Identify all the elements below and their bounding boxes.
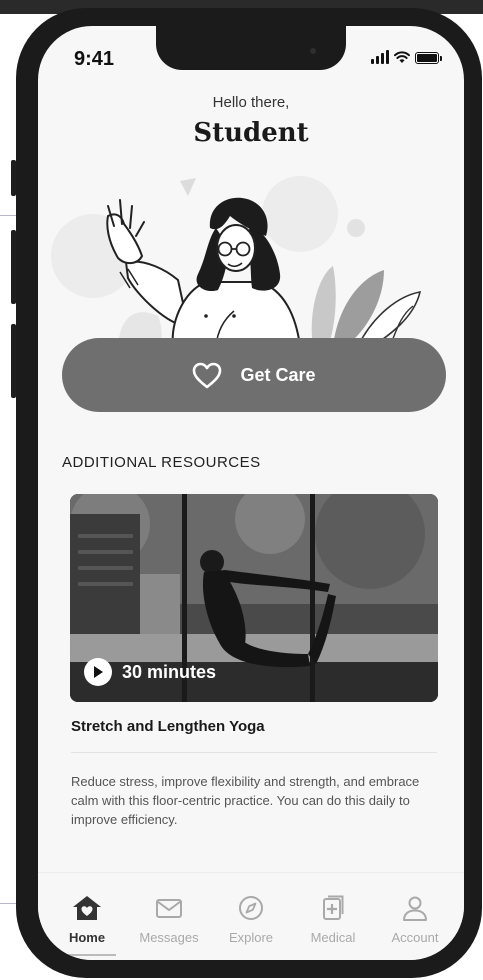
envelope-icon <box>156 899 182 918</box>
compass-icon <box>239 896 263 920</box>
heart-outline-icon <box>193 362 222 388</box>
resource-video-card[interactable]: 30 minutes <box>70 494 438 702</box>
tab-home[interactable]: Home <box>50 895 124 945</box>
duration-label: 30 minutes <box>122 661 217 682</box>
phone-frame: 9:41 Hello there, Student Get Care ADDIT… <box>11 8 482 978</box>
user-name: Student <box>193 118 309 148</box>
wifi-icon <box>394 51 410 63</box>
battery-icon <box>415 52 439 64</box>
resource-title[interactable]: Stretch and Lengthen Yoga <box>71 718 265 735</box>
status-icons <box>371 50 442 64</box>
greeting-text: Hello there, <box>212 94 290 111</box>
tab-explore-label: Explore <box>228 930 274 945</box>
home-heart-icon <box>73 896 101 920</box>
get-care-label: Get Care <box>240 364 316 385</box>
divider <box>71 752 437 753</box>
mute-switch <box>11 160 16 196</box>
tab-explore[interactable]: Explore <box>214 895 288 945</box>
get-care-button[interactable]: Get Care <box>62 338 446 412</box>
battery-tip <box>440 56 442 61</box>
resource-description: Reduce stress, improve flexibility and s… <box>71 774 420 827</box>
tab-medical-label: Medical <box>310 930 356 945</box>
play-icon <box>94 666 103 678</box>
tab-home-label: Home <box>68 930 106 945</box>
tab-account-label: Account <box>391 930 439 945</box>
waving-person-illustration <box>51 176 422 346</box>
volume-up-button <box>11 230 16 304</box>
tab-messages-label: Messages <box>139 930 199 945</box>
medical-doc-icon <box>323 895 344 920</box>
screen: 9:41 Hello there, Student Get Care ADDIT… <box>38 26 464 960</box>
person-icon <box>403 896 427 921</box>
tab-medical[interactable]: Medical <box>296 895 370 945</box>
bottom-tab-bar: Home Messages Explore Medical Account <box>38 872 464 960</box>
tab-messages[interactable]: Messages <box>132 895 206 945</box>
play-button[interactable] <box>84 658 112 686</box>
video-duration: 30 minutes <box>84 658 216 686</box>
notch <box>156 26 346 70</box>
active-tab-indicator <box>58 954 116 956</box>
volume-down-button <box>11 324 16 398</box>
status-time: 9:41 <box>74 48 115 70</box>
section-title: ADDITIONAL RESOURCES <box>62 454 261 471</box>
camera <box>310 48 316 54</box>
signal-icon <box>371 50 389 64</box>
tab-account[interactable]: Account <box>378 895 452 945</box>
